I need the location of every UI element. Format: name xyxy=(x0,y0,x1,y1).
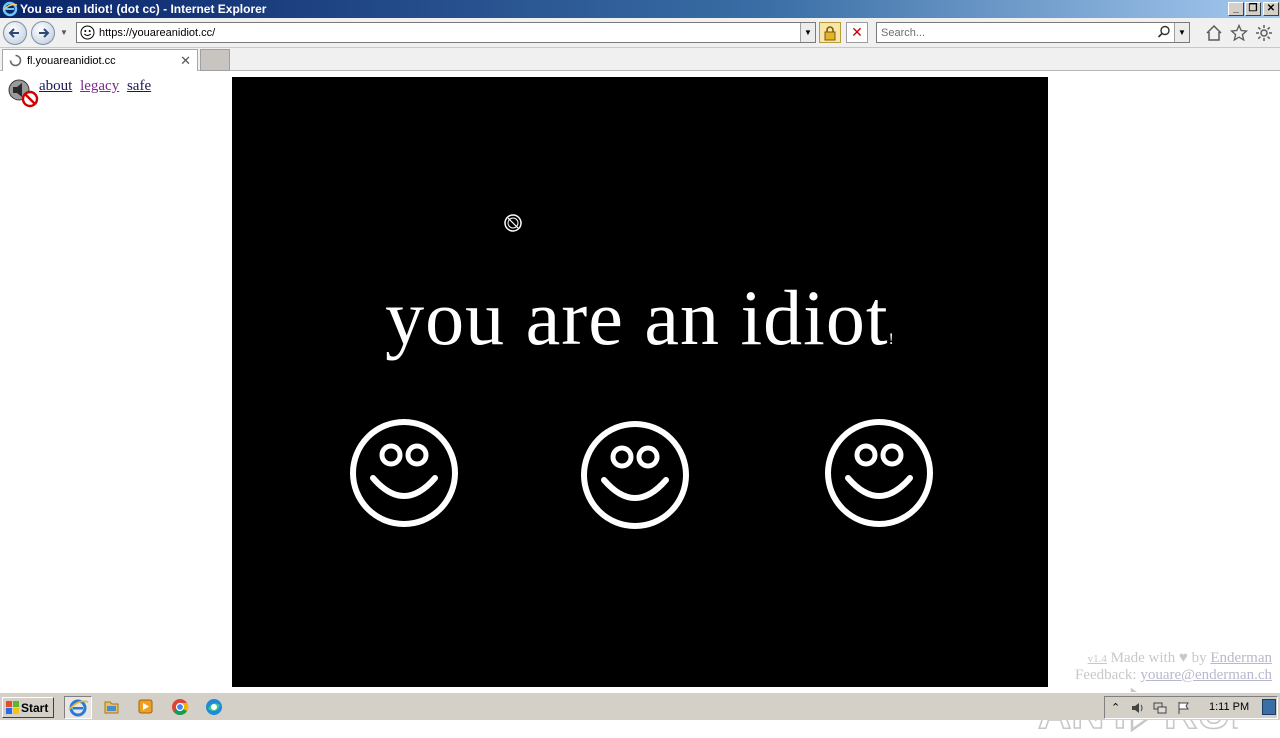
taskbar-internet-explorer[interactable] xyxy=(64,696,92,719)
show-desktop-button[interactable] xyxy=(1262,699,1276,715)
forward-arrow-icon xyxy=(39,28,50,38)
stop-button[interactable]: ✕ xyxy=(846,22,868,43)
feedback-label: Feedback: xyxy=(1074,667,1137,683)
back-button[interactable] xyxy=(3,21,27,45)
smiley-face-icon xyxy=(825,419,933,527)
favorites-star-icon[interactable] xyxy=(1230,24,1248,42)
back-arrow-icon xyxy=(8,28,19,38)
flash-player-area[interactable]: you are an idiot! xyxy=(232,77,1048,687)
smiley-face-icon xyxy=(350,419,458,527)
loading-spinner-icon xyxy=(9,54,22,67)
lock-icon xyxy=(824,26,836,41)
made-with-text: Made with xyxy=(1110,650,1176,666)
internet-explorer-icon xyxy=(68,699,89,717)
security-lock-button[interactable] xyxy=(819,22,841,43)
search-icon[interactable] xyxy=(1157,25,1171,39)
headline-text: you are an idiot xyxy=(385,274,889,361)
taskbar-file-explorer[interactable] xyxy=(98,696,126,719)
headline-trailing-glyph: ! xyxy=(888,331,895,348)
internet-explorer-icon xyxy=(2,1,18,17)
taskbar-edge[interactable] xyxy=(200,696,228,719)
feedback-email-link[interactable]: youare@enderman.ch xyxy=(1140,667,1272,683)
address-url[interactable]: https://youareanidiot.cc/ xyxy=(99,27,215,39)
search-box[interactable]: Search... ▼ xyxy=(876,22,1190,43)
restore-button[interactable]: ❐ xyxy=(1245,2,1261,16)
new-tab-button[interactable] xyxy=(200,49,230,71)
footer-feedback: Feedback: youare@enderman.ch xyxy=(1075,667,1272,684)
page-content: about legacy safe you are an idiot! v1.4… xyxy=(0,72,1280,738)
forward-button[interactable] xyxy=(31,21,55,45)
author-link[interactable]: Enderman xyxy=(1210,650,1272,666)
folder-icon xyxy=(104,701,119,714)
clock[interactable]: 1:11 PM xyxy=(1209,701,1249,713)
minimize-button[interactable]: _ xyxy=(1228,2,1244,16)
close-window-button[interactable]: ✕ xyxy=(1263,2,1279,16)
by-text: by xyxy=(1191,650,1207,666)
start-button[interactable]: Start xyxy=(2,697,54,718)
window-titlebar[interactable]: You are an Idiot! (dot cc) - Internet Ex… xyxy=(0,0,1280,18)
taskbar-media-player[interactable] xyxy=(132,696,160,719)
busy-cursor-icon xyxy=(504,214,522,232)
heart-icon: ♥ xyxy=(1178,650,1188,666)
about-link[interactable]: about xyxy=(39,78,72,94)
search-placeholder[interactable]: Search... xyxy=(881,27,925,39)
edge-icon xyxy=(206,699,222,715)
sound-muted-icon[interactable] xyxy=(6,78,40,108)
network-icon[interactable] xyxy=(1153,701,1167,715)
version-link[interactable]: v1.4 xyxy=(1088,653,1107,665)
start-label: Start xyxy=(21,701,49,715)
top-links: about legacy safe xyxy=(39,78,155,95)
history-dropdown-icon[interactable]: ▼ xyxy=(60,28,68,37)
tab-label: fl.youareanidiot.cc xyxy=(27,55,116,67)
volume-icon[interactable] xyxy=(1131,701,1145,715)
show-hidden-icons-icon[interactable]: ⌃ xyxy=(1111,701,1125,715)
taskbar-chrome[interactable] xyxy=(166,696,194,719)
taskbar: Start ⌃ 1:11 PM xyxy=(0,692,1280,720)
footer-made-with: v1.4 Made with ♥ by Enderman xyxy=(1088,650,1272,667)
smiley-face-icon xyxy=(581,421,689,529)
address-bar[interactable]: https://youareanidiot.cc/ ▼ xyxy=(76,22,816,43)
smiley-favicon-icon xyxy=(80,25,95,40)
legacy-link[interactable]: legacy xyxy=(80,78,119,94)
chrome-icon xyxy=(172,699,189,715)
headline: you are an idiot! xyxy=(232,273,1048,363)
settings-gear-icon[interactable] xyxy=(1255,24,1273,42)
home-icon[interactable] xyxy=(1205,24,1223,42)
action-center-flag-icon[interactable] xyxy=(1177,701,1191,715)
address-dropdown-icon[interactable]: ▼ xyxy=(800,23,815,42)
system-tray: ⌃ 1:11 PM xyxy=(1104,696,1278,719)
safe-link[interactable]: safe xyxy=(127,78,151,94)
window-title: You are an Idiot! (dot cc) - Internet Ex… xyxy=(20,2,267,16)
close-tab-icon[interactable]: ✕ xyxy=(180,53,191,69)
search-dropdown-icon[interactable]: ▼ xyxy=(1174,23,1189,42)
media-player-icon xyxy=(138,699,153,714)
windows-logo-icon xyxy=(6,701,19,714)
tab-youareanidiot[interactable]: fl.youareanidiot.cc ✕ xyxy=(2,49,198,71)
tab-strip: fl.youareanidiot.cc ✕ xyxy=(0,48,1280,71)
navigation-bar: ▼ https://youareanidiot.cc/ ▼ ✕ Search..… xyxy=(0,18,1280,48)
